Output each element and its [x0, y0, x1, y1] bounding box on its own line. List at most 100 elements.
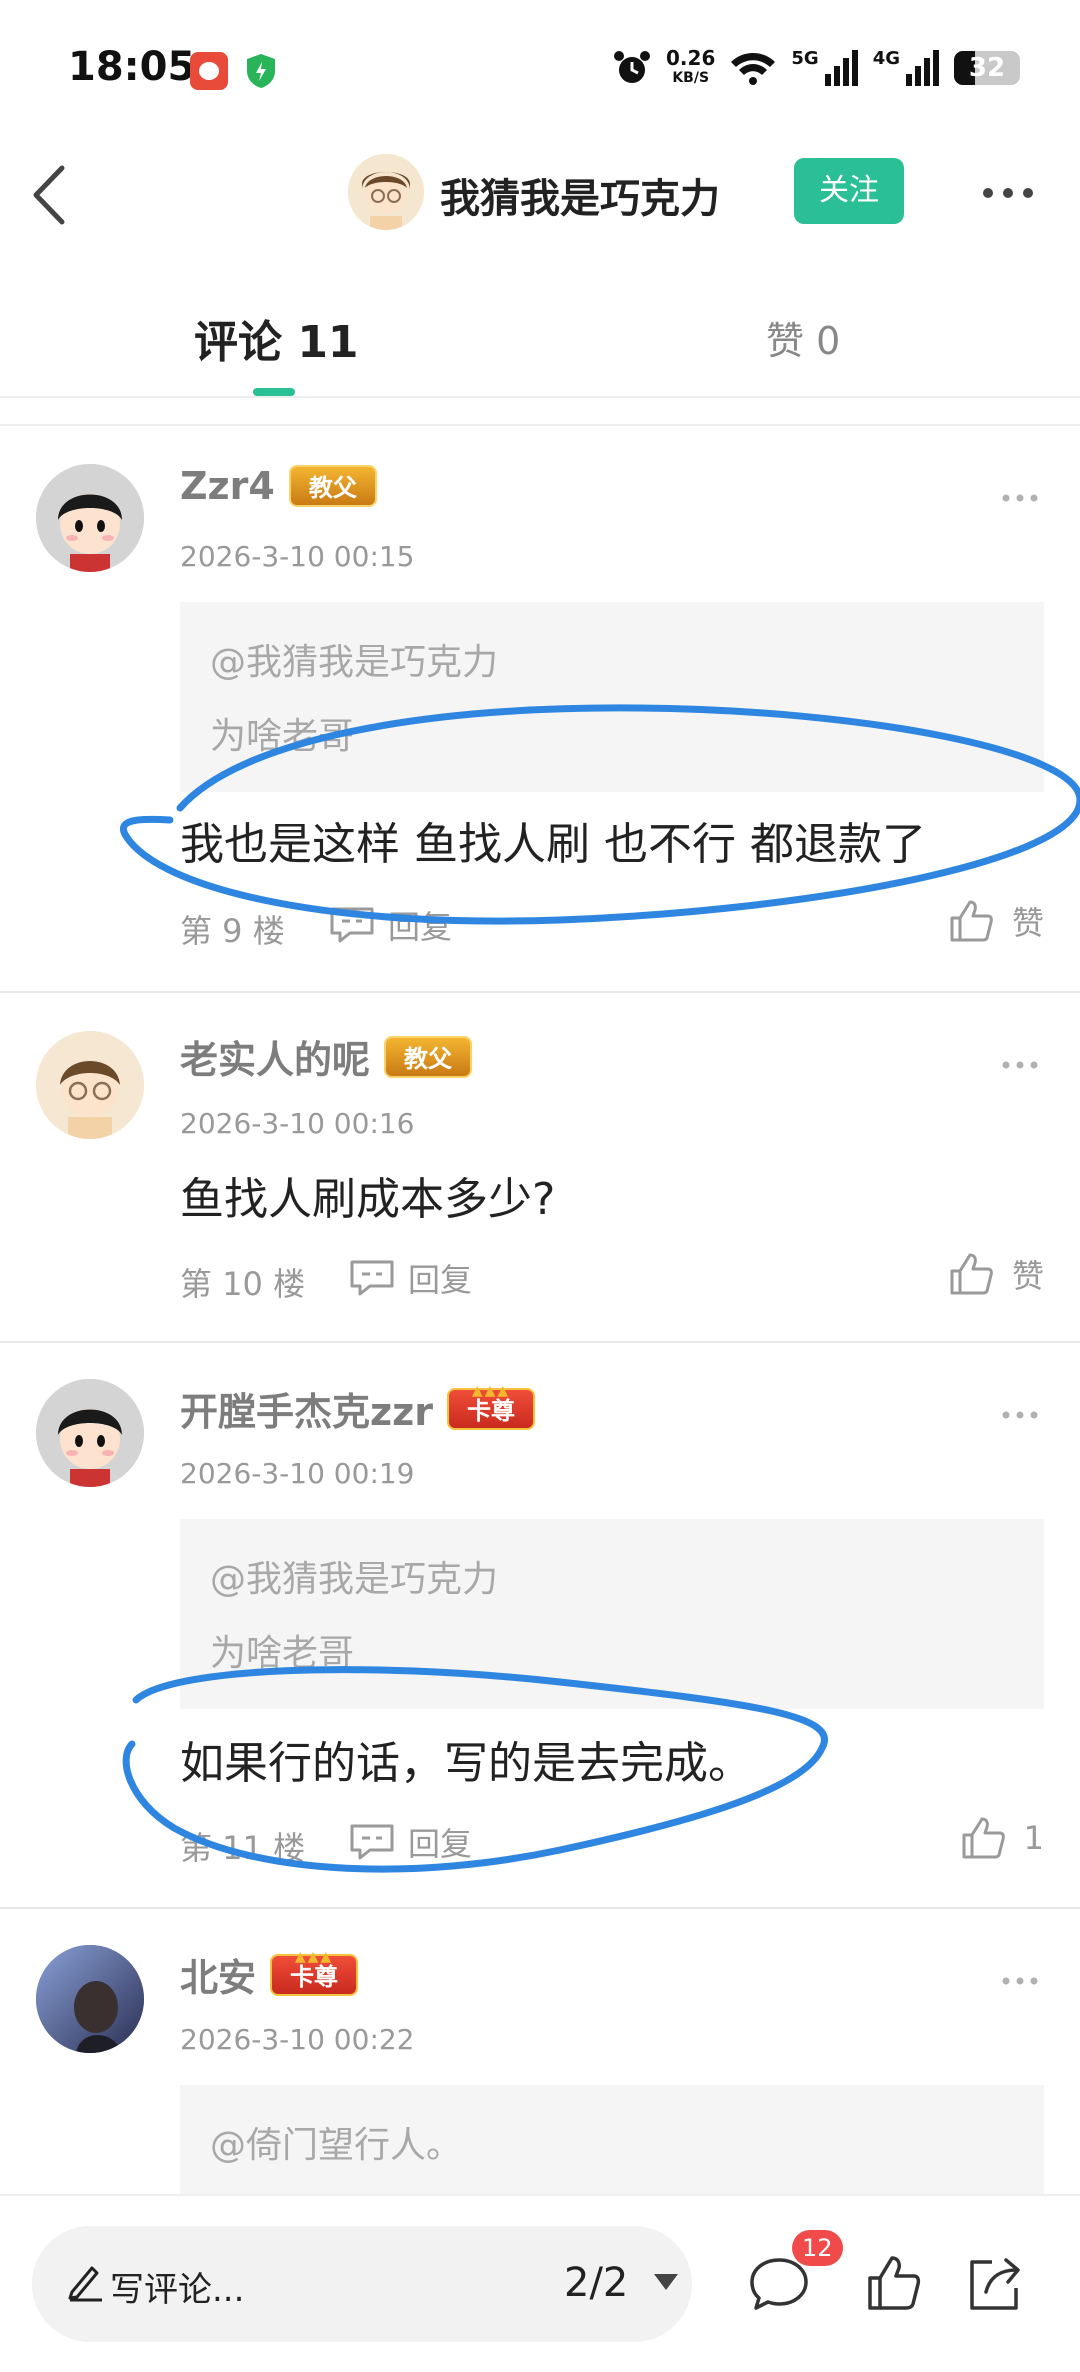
write-comment-label: 写评论...	[110, 2270, 245, 2310]
back-button[interactable]	[24, 160, 84, 230]
page-indicator[interactable]: 2/2	[564, 2260, 628, 2306]
network-speed-unit: KB/S	[672, 70, 710, 86]
quoted-text: 为啥老哥	[210, 1633, 355, 1674]
pen-icon	[68, 2266, 102, 2302]
battery-icon: 32	[954, 51, 1020, 85]
more-options-icon[interactable]	[978, 168, 1038, 218]
comment-timestamp: 2026-3-10 00:16	[180, 1107, 415, 1140]
user-badge: 教父	[384, 1035, 473, 1078]
notification-app-icon	[190, 52, 228, 90]
like-button[interactable]: 赞	[948, 1251, 1044, 1297]
battery-level: 32	[968, 53, 1006, 83]
user-badge: 卡尊	[446, 1370, 535, 1430]
signal-1-label: 5G	[791, 48, 819, 69]
shield-icon	[247, 54, 275, 88]
comment-timestamp: 2026-3-10 00:15	[180, 540, 415, 573]
reply-label: 回复	[408, 1261, 473, 1299]
comment-more-icon[interactable]	[1000, 1971, 1040, 1991]
quoted-username: @倚门望行人。	[210, 2125, 463, 2166]
like-label: 赞	[1011, 1257, 1044, 1295]
tab-active-indicator	[253, 388, 295, 396]
quoted-comment[interactable]: @倚门望行人。	[180, 2085, 1044, 2199]
like-button[interactable]: 1	[960, 1815, 1044, 1861]
floor-number: 第 9 楼	[180, 912, 285, 950]
quoted-comment[interactable]: @我猜我是巧克力 为啥老哥	[180, 1519, 1044, 1709]
comment-header: 北安 卡尊	[180, 1936, 359, 2002]
comment-avatar[interactable]	[36, 464, 144, 572]
comment-timestamp: 2026-3-10 00:22	[180, 2023, 415, 2056]
page-title: 我猜我是巧克力	[440, 176, 720, 222]
comment-avatar[interactable]	[36, 1945, 144, 2053]
signal-2-label: 4G	[872, 48, 900, 69]
comment-item: 北安 卡尊 2026-3-10 00:22 @倚门望行人。	[0, 1909, 1080, 2199]
reply-button[interactable]: 回复	[348, 1255, 472, 1301]
avatar-illustration	[36, 464, 144, 572]
comment-avatar[interactable]	[36, 1379, 144, 1487]
avatar-illustration	[348, 154, 424, 230]
comment-text: 我也是这样 鱼找人刷 也不行 都退款了	[180, 819, 926, 870]
status-time: 18:05	[68, 44, 196, 90]
comment-header: 老实人的呢 教父	[180, 1029, 473, 1084]
wifi-icon	[731, 53, 776, 85]
cell-signal-2-icon	[906, 50, 939, 86]
thumbs-up-icon	[950, 1253, 993, 1295]
status-bar: 18:05 0.26 KB/S 5G 4G 32	[0, 0, 1080, 140]
comment-text: 鱼找人刷成本多少?	[180, 1174, 556, 1225]
network-speed: 0.26 KB/S	[666, 48, 715, 88]
alarm-icon	[614, 51, 651, 83]
header: 我猜我是巧克力 关注	[0, 140, 1080, 250]
quoted-username: @我猜我是巧克力	[210, 1559, 499, 1600]
thumbs-up-icon[interactable]	[866, 2254, 922, 2312]
bottom-bar: 写评论... 2/2 12	[0, 2194, 1080, 2372]
comment-username[interactable]: 北安	[180, 1947, 256, 2002]
comment-more-icon[interactable]	[1000, 1055, 1040, 1075]
reply-icon	[330, 907, 374, 943]
share-icon[interactable]	[964, 2254, 1024, 2314]
tab-bar: 评论 11 赞 0	[0, 280, 1080, 398]
comment-item: Zzr4 教父 2026-3-10 00:15 @我猜我是巧克力 为啥老哥 我也…	[0, 428, 1080, 993]
user-badge: 卡尊	[270, 1936, 359, 1996]
avatar-photo	[36, 1945, 144, 2053]
tab-likes[interactable]: 赞 0	[766, 310, 840, 365]
avatar-illustration	[36, 1379, 144, 1487]
comment-username[interactable]: 老实人的呢	[180, 1029, 370, 1084]
reply-label: 回复	[388, 908, 453, 946]
thumbs-up-icon	[950, 900, 993, 942]
quoted-username: @我猜我是巧克力	[210, 642, 499, 683]
comment-header: 开膛手杰克zzr 卡尊	[180, 1370, 535, 1436]
quoted-text: 为啥老哥	[210, 716, 355, 757]
comment-timestamp: 2026-3-10 00:19	[180, 1457, 415, 1490]
reply-button[interactable]: 回复	[348, 1819, 472, 1865]
reply-icon	[350, 1260, 394, 1296]
reply-icon	[350, 1824, 394, 1860]
like-label: 赞	[1011, 904, 1044, 942]
comment-count-badge: 12	[792, 2230, 843, 2266]
reply-label: 回复	[408, 1825, 473, 1863]
comment-more-icon[interactable]	[1000, 488, 1040, 508]
comment-username[interactable]: 开膛手杰克zzr	[180, 1381, 433, 1436]
reply-button[interactable]: 回复	[328, 902, 452, 948]
comment-avatar[interactable]	[36, 1031, 144, 1139]
thumbs-up-icon	[962, 1817, 1005, 1859]
comment-more-icon[interactable]	[1000, 1405, 1040, 1425]
comment-username[interactable]: Zzr4	[180, 464, 275, 508]
follow-button[interactable]: 关注	[794, 158, 904, 224]
tab-comments[interactable]: 评论 11	[194, 306, 359, 370]
quoted-comment[interactable]: @我猜我是巧克力 为啥老哥	[180, 602, 1044, 792]
network-speed-value: 0.26	[666, 46, 716, 70]
comment-header: Zzr4 教父	[180, 464, 377, 508]
like-button[interactable]: 赞	[948, 898, 1044, 944]
divider	[0, 398, 1080, 426]
caret-down-icon[interactable]	[650, 2268, 682, 2296]
user-badge: 教父	[288, 465, 377, 507]
cell-signal-1-icon	[824, 50, 858, 86]
comment-text: 如果行的话，写的是去完成。	[180, 1738, 752, 1789]
write-comment-input[interactable]: 写评论... 2/2	[32, 2226, 692, 2342]
floor-number: 第 11 楼	[180, 1829, 306, 1867]
comment-item: 老实人的呢 教父 2026-3-10 00:16 鱼找人刷成本多少? 第 10 …	[0, 993, 1080, 1343]
comment-item: 开膛手杰克zzr 卡尊 2026-3-10 00:19 @我猜我是巧克力 为啥老…	[0, 1343, 1080, 1909]
avatar-illustration	[36, 1031, 144, 1139]
like-count: 1	[1023, 1819, 1044, 1857]
header-avatar[interactable]	[348, 154, 424, 230]
floor-number: 第 10 楼	[180, 1265, 306, 1303]
